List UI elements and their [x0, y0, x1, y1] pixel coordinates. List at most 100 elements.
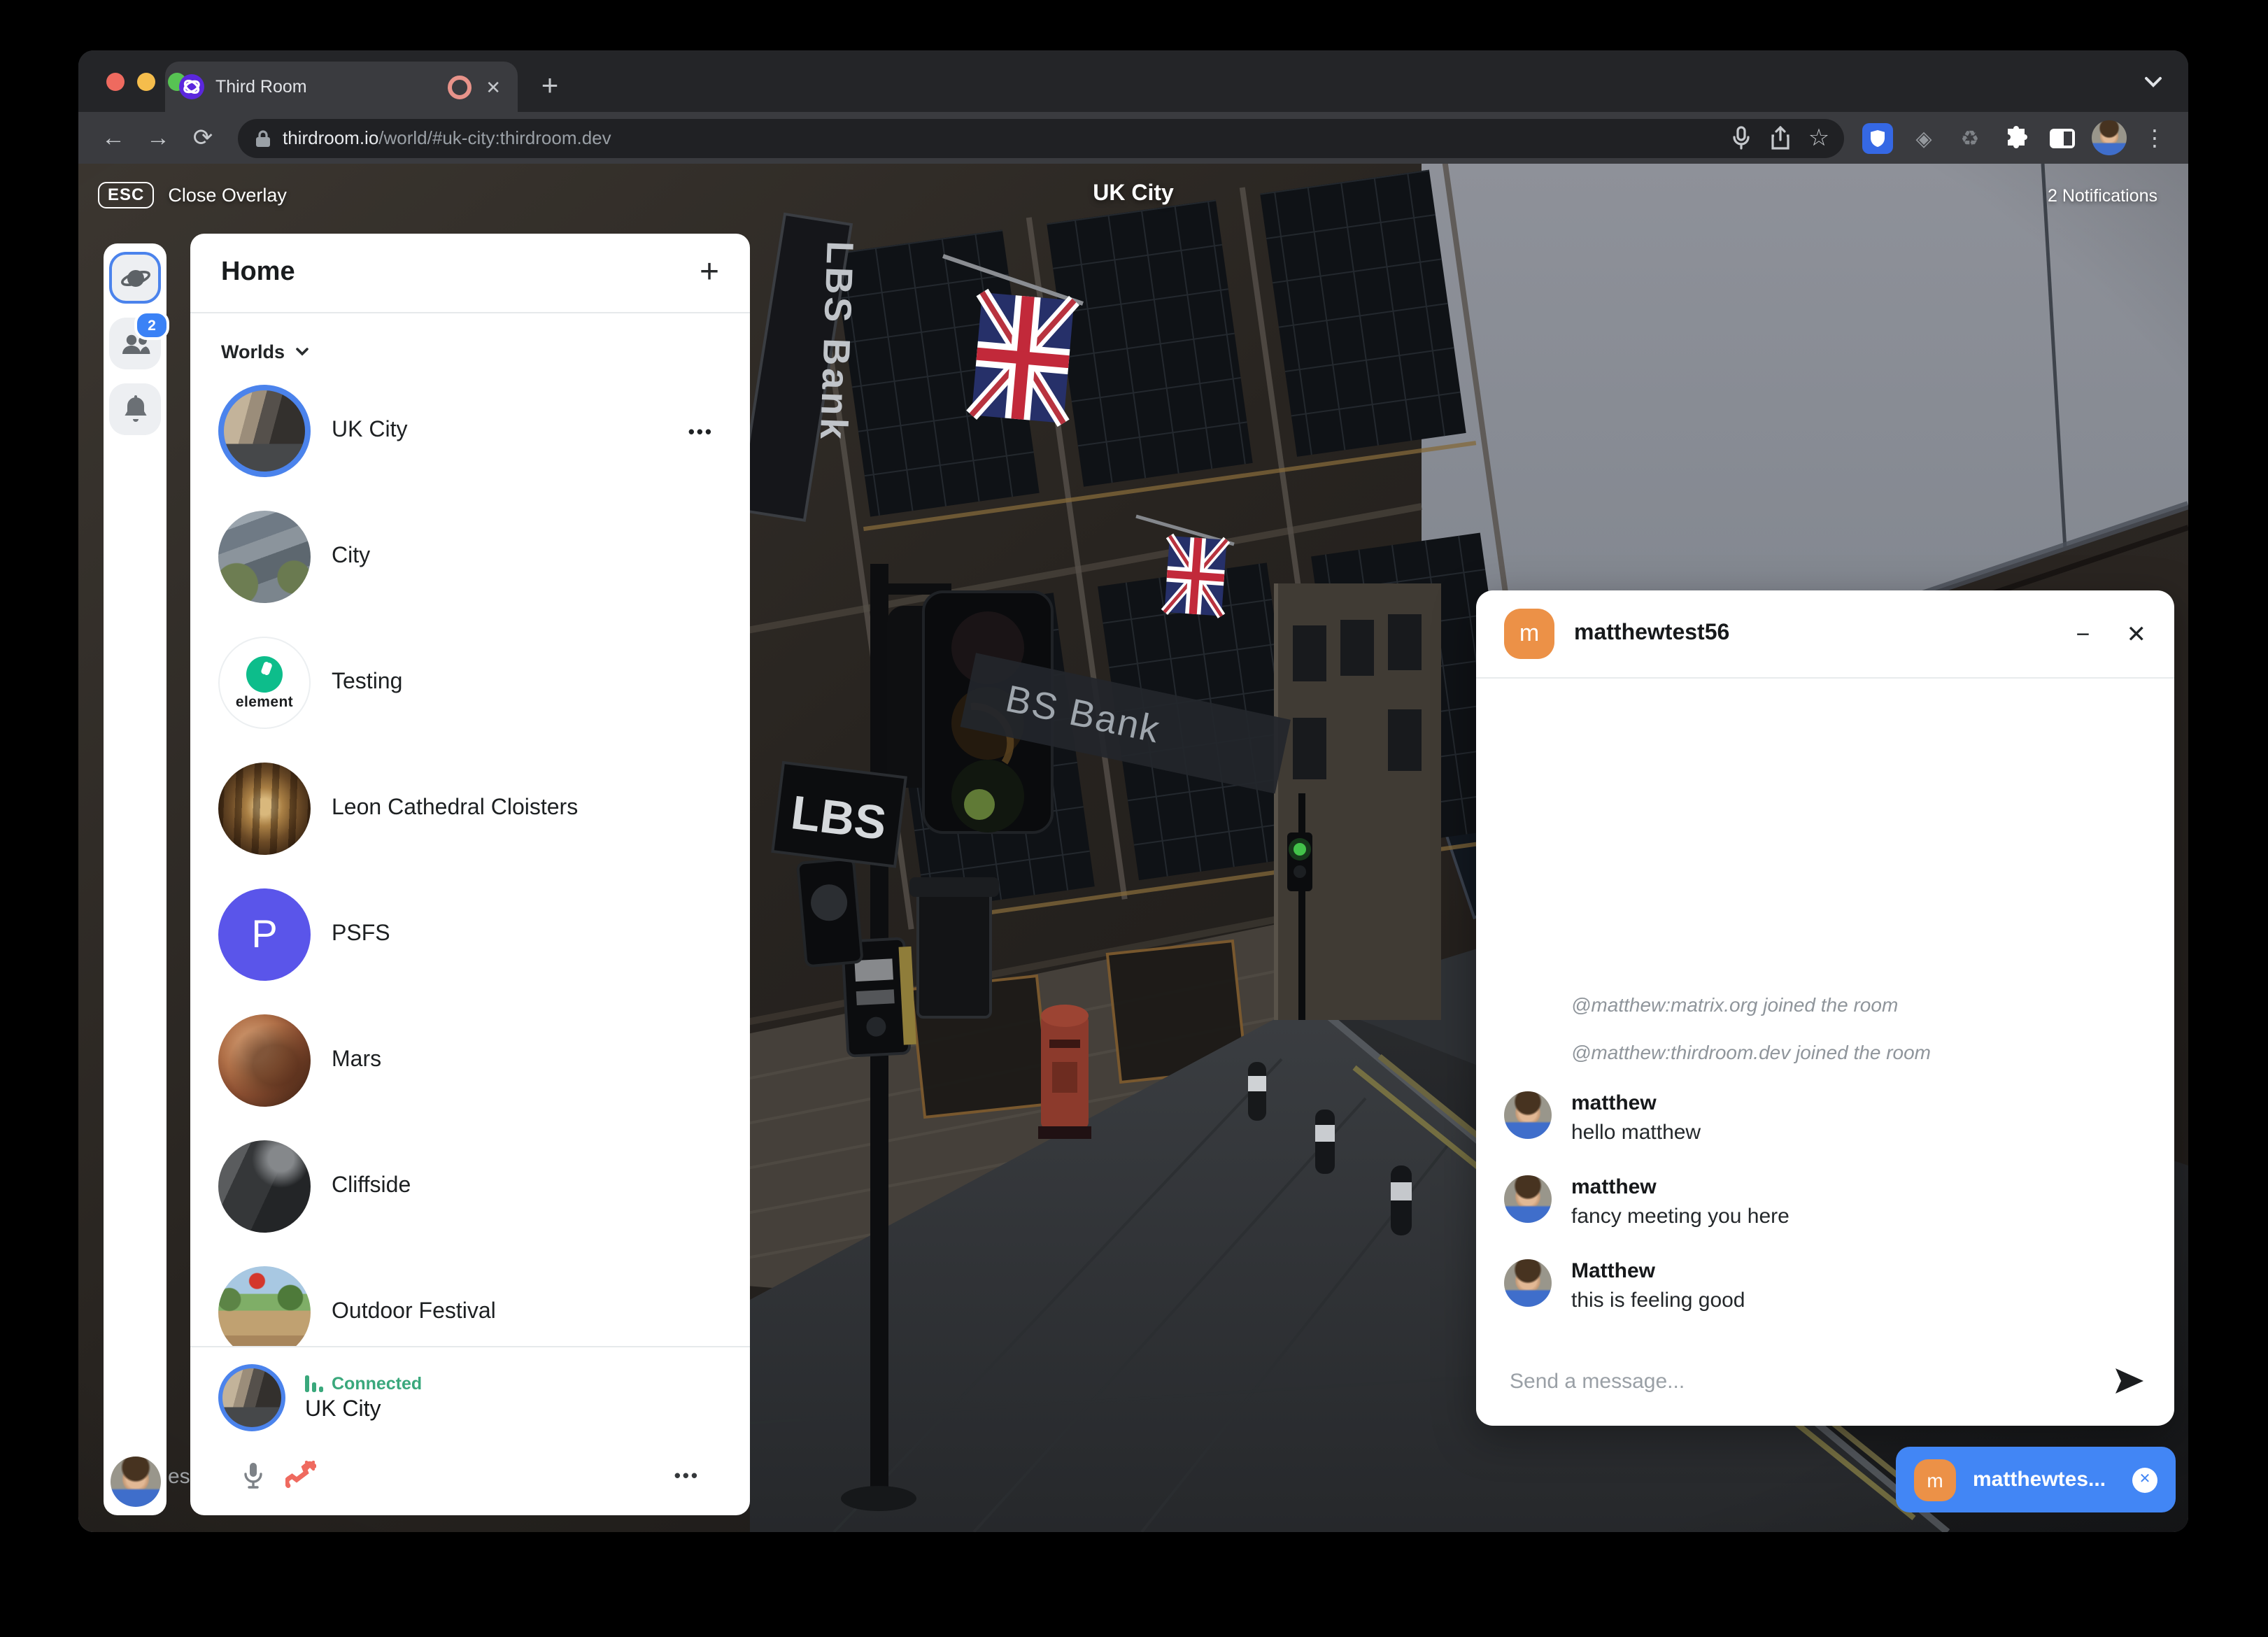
worlds-list: UK City••• City element Testing Leon Cathedr…	[190, 368, 750, 1346]
pill-avatar: m	[1914, 1459, 1956, 1501]
address-bar-actions: ☆	[1721, 117, 1838, 159]
world-item[interactable]: PPSFS	[190, 872, 750, 998]
rail-notifications-button[interactable]	[109, 383, 161, 435]
planet-icon	[120, 262, 150, 293]
world-avatar	[218, 511, 311, 603]
sender-name: matthew	[1571, 1091, 1701, 1115]
world-item[interactable]: Mars	[190, 998, 750, 1124]
share-icon[interactable]	[1760, 117, 1799, 159]
element-logo-icon	[246, 655, 283, 692]
minimize-window-button[interactable]	[137, 73, 155, 91]
chat-minimize-button[interactable]: −	[2076, 622, 2090, 646]
world-name: Cliffside	[332, 1174, 411, 1199]
world-name: City	[332, 544, 370, 569]
world-item[interactable]: Outdoor Festival	[190, 1249, 750, 1346]
microphone-button[interactable]	[229, 1454, 277, 1496]
chat-room-title: matthewtest56	[1574, 621, 1729, 646]
chat-close-button[interactable]: ✕	[2127, 622, 2147, 646]
signal-bars-icon	[305, 1374, 323, 1392]
extensions-puzzle-icon[interactable]	[1997, 118, 2036, 157]
tab-third-room[interactable]: Third Room ✕	[165, 62, 518, 112]
extension-recycle-icon[interactable]: ♻	[1950, 118, 1990, 157]
voice-search-icon[interactable]	[1721, 117, 1760, 159]
worlds-section-label: Worlds	[221, 341, 285, 362]
rail-friends-button[interactable]: 2	[109, 318, 161, 369]
forward-button[interactable]: →	[137, 117, 179, 159]
chat-message: matthew hello matthew	[1504, 1091, 2146, 1145]
world-more-button[interactable]: •••	[688, 420, 722, 441]
message-text: hello matthew	[1571, 1121, 1701, 1145]
left-rail: 2	[104, 243, 166, 1515]
friends-badge: 2	[134, 311, 169, 340]
leave-call-button[interactable]	[277, 1454, 325, 1496]
world-item[interactable]: UK City•••	[190, 368, 750, 494]
world-name: Mars	[332, 1048, 381, 1073]
call-more-button[interactable]: •••	[674, 1464, 714, 1485]
home-title: Home	[221, 257, 295, 288]
chat-messages[interactable]: @matthew:matrix.org joined the room @matt…	[1476, 679, 2174, 1336]
worlds-section-toggle[interactable]: Worlds	[190, 313, 750, 368]
call-controls: •••	[218, 1431, 722, 1515]
send-icon[interactable]	[2115, 1368, 2143, 1394]
pill-close-icon[interactable]: ✕	[2132, 1467, 2157, 1492]
bookmark-star-icon[interactable]: ☆	[1799, 117, 1838, 159]
rail-worlds-button[interactable]	[109, 252, 161, 304]
microphone-icon	[243, 1461, 263, 1488]
profile-avatar[interactable]	[2089, 118, 2128, 157]
screen: Third Room ✕ + ← → ⟳ thirdroom.io/world/…	[0, 0, 2268, 1637]
world-name: Testing	[332, 670, 402, 695]
connected-world-name: UK City	[305, 1397, 422, 1422]
sender-name: matthew	[1571, 1175, 1789, 1199]
bell-icon	[121, 394, 149, 425]
active-chat-pill[interactable]: m matthewtes... ✕	[1896, 1447, 2176, 1512]
notifications-status[interactable]: 2 Notifications	[2048, 186, 2157, 206]
new-tab-button[interactable]: +	[529, 66, 571, 108]
lock-icon	[255, 128, 271, 148]
user-avatar[interactable]	[110, 1457, 160, 1507]
tab-strip: Third Room ✕ +	[78, 50, 2188, 112]
world-avatar	[218, 763, 311, 855]
tab-search-chevron-icon[interactable]	[2143, 70, 2163, 95]
element-wordmark: element	[236, 693, 293, 710]
sender-avatar	[1504, 1175, 1552, 1223]
chat-window: m matthewtest56 − ✕ @matthew:matrix.org …	[1476, 590, 2174, 1426]
chat-message-input[interactable]	[1507, 1368, 2102, 1394]
address-bar[interactable]: thirdroom.io/world/#uk-city:thirdroom.de…	[238, 118, 1844, 157]
world-avatar	[218, 385, 311, 477]
phone-hangup-icon	[285, 1461, 316, 1489]
tab-close-icon[interactable]: ✕	[483, 75, 504, 99]
side-panel-icon[interactable]	[2043, 118, 2082, 157]
add-world-button[interactable]: +	[700, 256, 719, 290]
reload-button[interactable]: ⟳	[182, 117, 224, 159]
world-name: Leon Cathedral Cloisters	[332, 796, 578, 821]
close-window-button[interactable]	[106, 73, 125, 91]
window-controls	[106, 73, 186, 91]
world-avatar: element	[218, 637, 311, 729]
connected-world-avatar	[218, 1364, 285, 1431]
third-room-favicon-icon	[179, 74, 204, 99]
world-item[interactable]: element Testing	[190, 620, 750, 746]
bitwarden-extension-icon[interactable]	[1858, 118, 1897, 157]
url-text: thirdroom.io/world/#uk-city:thirdroom.de…	[283, 127, 1721, 148]
back-button[interactable]: ←	[92, 117, 134, 159]
world-avatar	[218, 1266, 311, 1346]
tab-recording-indicator-icon	[448, 75, 472, 99]
connection-status: Connected	[332, 1373, 422, 1393]
browser-toolbar: ← → ⟳ thirdroom.io/world/#uk-city:thirdr…	[78, 112, 2188, 164]
sender-name: Matthew	[1571, 1259, 1745, 1283]
world-item[interactable]: Cliffside	[190, 1124, 750, 1249]
home-panel: Home + Worlds UK City•••CityelementTesti…	[190, 234, 750, 1515]
extensions-row: ◈ ♻ ⋮	[1858, 118, 2174, 157]
chevron-down-icon	[295, 347, 309, 357]
extension-diamond-icon[interactable]: ◈	[1904, 118, 1943, 157]
world-title: UK City	[78, 182, 2188, 207]
world-item[interactable]: City	[190, 494, 750, 620]
page-content: LBS Bank BS Bank LBS	[78, 164, 2188, 1532]
world-item[interactable]: Leon Cathedral Cloisters	[190, 746, 750, 872]
sender-avatar	[1504, 1091, 1552, 1139]
chat-event: @matthew:thirdroom.dev joined the room	[1504, 1041, 2146, 1063]
world-avatar	[218, 1140, 311, 1233]
browser-menu-icon[interactable]: ⋮	[2135, 118, 2174, 157]
chat-event: @matthew:matrix.org joined the room	[1504, 993, 2146, 1016]
world-name: PSFS	[332, 922, 390, 947]
